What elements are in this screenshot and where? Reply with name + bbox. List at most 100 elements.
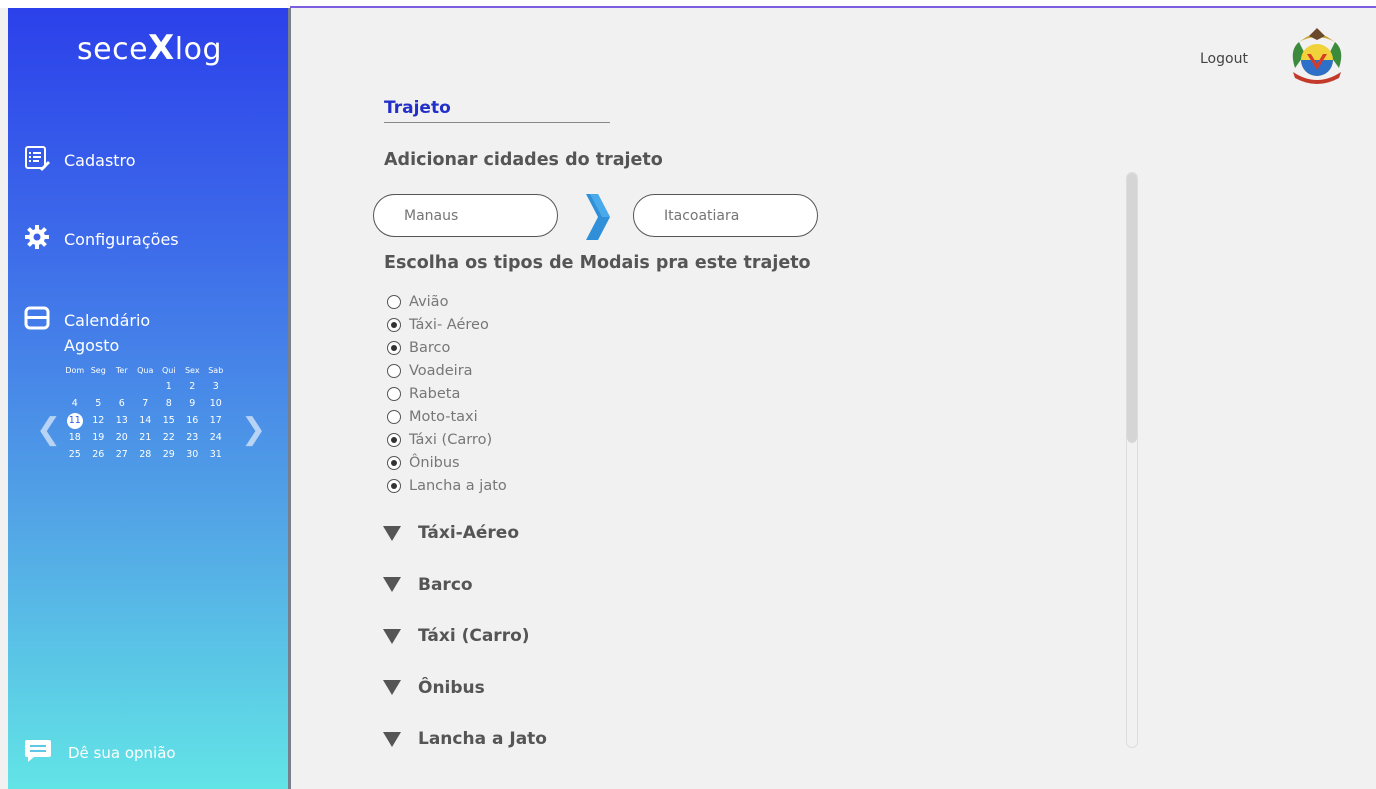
- modal-option[interactable]: Táxi (Carro): [387, 428, 507, 451]
- chat-icon: [24, 738, 52, 768]
- gear-icon: [24, 224, 50, 254]
- expand-triangle-icon: [383, 628, 401, 644]
- modal-section-label: Ônibus: [418, 677, 485, 698]
- sidebar-item-label: Configurações: [64, 229, 179, 249]
- calendar-day[interactable]: 31: [204, 446, 228, 463]
- calendar-day[interactable]: 9: [181, 395, 205, 412]
- calendar-month: Agosto: [64, 336, 120, 355]
- cities-heading: Adicionar cidades do trajeto: [384, 150, 663, 170]
- modal-section-toggle[interactable]: Táxi (Carro): [383, 626, 530, 646]
- calendar-day-today[interactable]: 11: [63, 412, 87, 429]
- origin-city-input[interactable]: [373, 194, 558, 237]
- modal-option-label: Ônibus: [409, 454, 460, 471]
- calendar-day[interactable]: 23: [181, 429, 205, 446]
- calendar-day[interactable]: 4: [63, 395, 87, 412]
- calendar-week-row: 25 26 27 28 29 30 31: [63, 446, 228, 463]
- sidebar-item-calendario[interactable]: Calendário: [24, 305, 150, 335]
- expand-triangle-icon: [383, 680, 401, 695]
- calendar-day[interactable]: 28: [134, 446, 158, 463]
- modal-option[interactable]: Rabeta: [387, 382, 507, 405]
- modal-option-radio[interactable]: [387, 363, 401, 378]
- calendar-day[interactable]: 17: [204, 412, 228, 429]
- calendar-day[interactable]: 12: [87, 412, 111, 429]
- modal-section-label: Lancha a Jato: [418, 729, 547, 749]
- calendar-day[interactable]: 8: [157, 395, 181, 412]
- modal-section-toggle[interactable]: Táxi-Aéreo: [383, 523, 519, 543]
- calendar-next-arrow-icon[interactable]: ❯: [241, 412, 266, 447]
- modal-section-toggle[interactable]: Barco: [383, 575, 473, 595]
- modal-section-toggle[interactable]: Ônibus: [383, 678, 485, 698]
- modal-options-list: Avião Táxi- Aéreo Barco Voadeira Rabeta Moto-…: [387, 290, 507, 497]
- calendar-day[interactable]: 27: [110, 446, 134, 463]
- calendar-empty-cell: [63, 378, 87, 395]
- modal-option-radio[interactable]: [387, 340, 401, 355]
- page-title: Trajeto: [384, 98, 451, 118]
- modal-option-radio[interactable]: [387, 432, 401, 447]
- modal-option-radio[interactable]: [387, 455, 401, 470]
- title-underline: [384, 122, 610, 123]
- modal-option-radio[interactable]: [387, 294, 401, 309]
- modals-heading: Escolha os tipos de Modais pra este traj…: [384, 253, 811, 273]
- modal-option[interactable]: Ônibus: [387, 451, 507, 474]
- calendar-day[interactable]: 26: [87, 446, 111, 463]
- modal-option-radio[interactable]: [387, 409, 401, 424]
- expand-triangle-icon: [383, 577, 401, 592]
- modal-section-label: Táxi-Aéreo: [418, 523, 520, 543]
- calendar-day[interactable]: 19: [87, 429, 111, 446]
- calendar-day[interactable]: 29: [157, 446, 181, 463]
- modal-option[interactable]: Lancha a jato: [387, 474, 507, 497]
- calendar-day[interactable]: 21: [134, 429, 158, 446]
- calendar-icon: [24, 305, 50, 335]
- modal-option-label: Táxi- Aéreo: [409, 316, 489, 333]
- calendar-day[interactable]: 1: [157, 378, 181, 395]
- calendar-day[interactable]: 30: [181, 446, 205, 463]
- calendar-day-number: 11: [66, 413, 83, 429]
- calendar-day[interactable]: 13: [110, 412, 134, 429]
- modal-option[interactable]: Barco: [387, 336, 507, 359]
- calendar-day[interactable]: 2: [181, 378, 205, 395]
- calendar-day[interactable]: 16: [181, 412, 205, 429]
- modal-option-radio[interactable]: [387, 478, 401, 493]
- scrollbar-thumb[interactable]: [1127, 173, 1137, 443]
- logo-x: X: [148, 28, 175, 68]
- calendar-day[interactable]: 18: [63, 429, 87, 446]
- app-logo[interactable]: seceXlog: [8, 28, 291, 68]
- calendar-empty-cell: [134, 378, 158, 395]
- calendar-day[interactable]: 25: [63, 446, 87, 463]
- feedback-button[interactable]: Dê sua opnião: [24, 738, 176, 768]
- sidebar-item-label: Cadastro: [64, 150, 136, 170]
- logo-prefix: sece: [77, 32, 149, 67]
- modal-section-toggle[interactable]: Lancha a Jato: [383, 729, 547, 749]
- sidebar-item-label: Calendário: [64, 310, 151, 330]
- logout-link[interactable]: Logout: [1200, 51, 1248, 67]
- sidebar-item-configuracoes[interactable]: Configurações: [24, 224, 179, 254]
- calendar-day[interactable]: 6: [110, 395, 134, 412]
- calendar-day[interactable]: 15: [157, 412, 181, 429]
- modal-option-radio[interactable]: [387, 317, 401, 332]
- destination-city-input[interactable]: [633, 194, 818, 237]
- modal-option-label: Lancha a jato: [409, 477, 507, 494]
- modal-option[interactable]: Avião: [387, 290, 507, 313]
- calendar-week-row: 123: [63, 378, 228, 395]
- calendar-day[interactable]: 24: [204, 429, 228, 446]
- modal-option[interactable]: Moto-taxi: [387, 405, 507, 428]
- modal-option-radio[interactable]: [387, 386, 401, 401]
- calendar-day[interactable]: 14: [134, 412, 158, 429]
- calendar-day[interactable]: 7: [134, 395, 158, 412]
- calendar-day[interactable]: 3: [204, 378, 228, 395]
- modal-option[interactable]: Táxi- Aéreo: [387, 313, 507, 336]
- sidebar-item-cadastro[interactable]: Cadastro: [24, 145, 136, 175]
- mini-calendar: Dom Seg Ter Qua Qui Sex Sab 1 2 3 4 5 6 7 8 9 10 11 12 13 14…: [63, 363, 228, 463]
- calendar-prev-arrow-icon[interactable]: ❮: [36, 412, 61, 447]
- modal-section-label: Barco: [418, 574, 473, 595]
- expand-triangle-icon: [383, 731, 401, 747]
- calendar-day[interactable]: 20: [110, 429, 134, 446]
- logo-suffix: log: [174, 32, 222, 67]
- modal-option[interactable]: Voadeira: [387, 359, 507, 382]
- calendar-day[interactable]: 5: [87, 395, 111, 412]
- calendar-weekday: Sab: [208, 366, 224, 375]
- sidebar: seceXlog Cadastro Configurações Calendár…: [8, 8, 291, 789]
- modal-option-label: Rabeta: [409, 385, 461, 402]
- calendar-day[interactable]: 10: [204, 395, 228, 412]
- calendar-day[interactable]: 22: [157, 429, 181, 446]
